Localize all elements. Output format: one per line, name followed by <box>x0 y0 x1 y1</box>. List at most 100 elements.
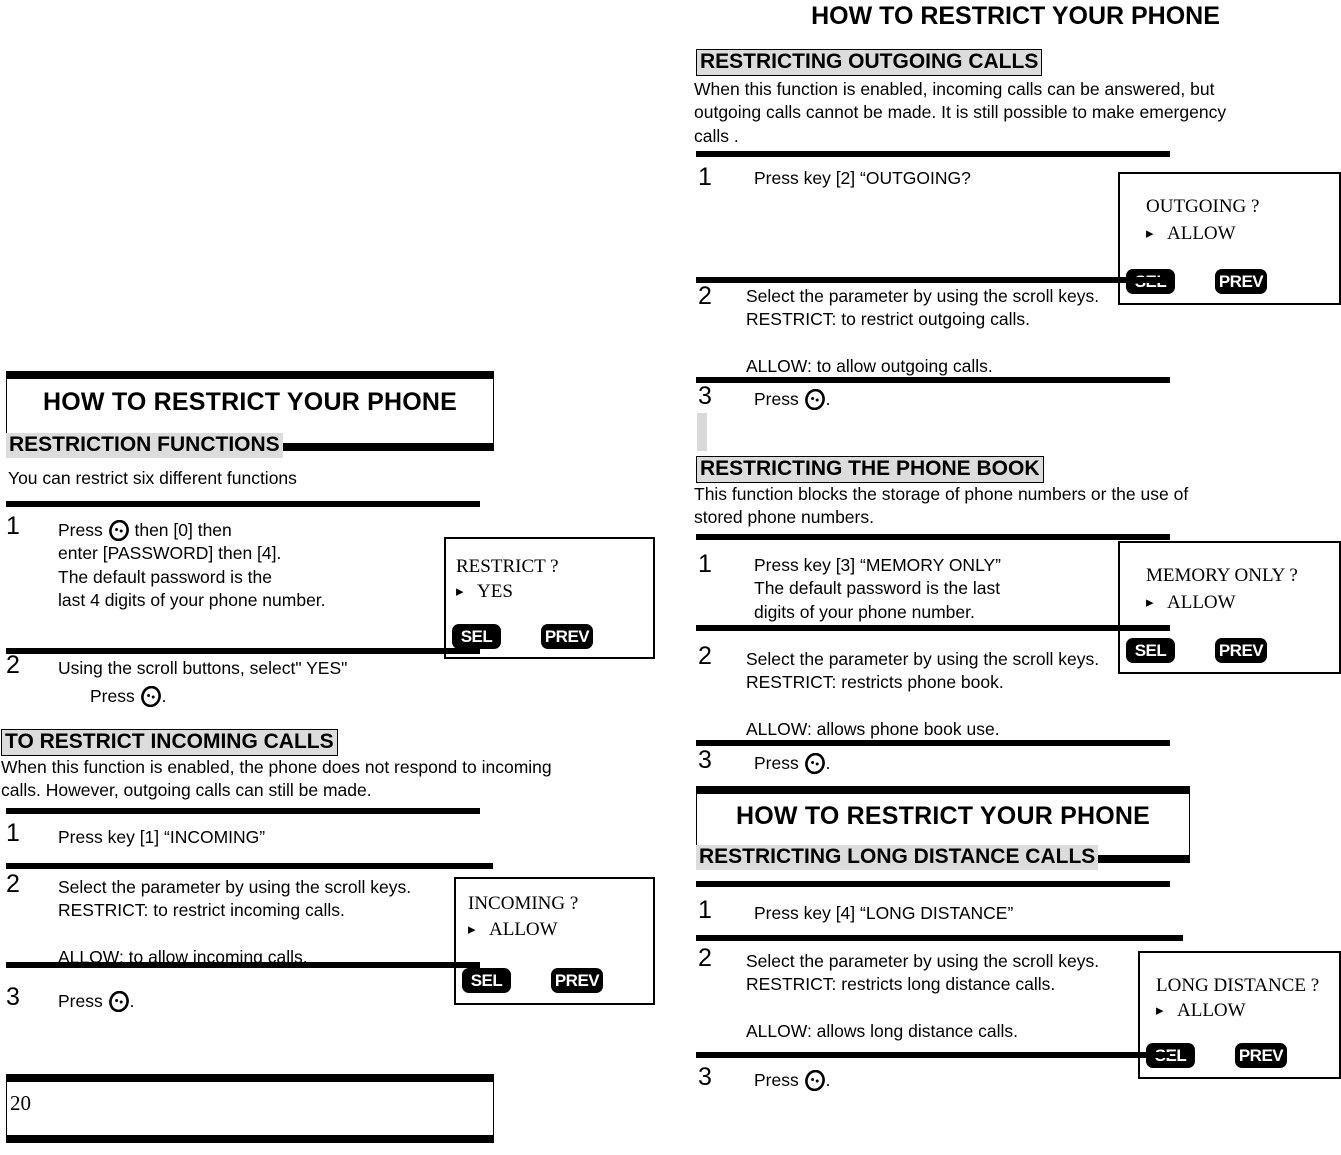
step-text: Press key [3] “MEMORY ONLY” The default … <box>754 554 1114 624</box>
softkey-prev[interactable]: PREV <box>1215 269 1267 294</box>
page-title-right: HOW TO RESTRICT YOUR PHONE <box>811 2 1220 30</box>
page-number: 20 <box>10 1091 31 1115</box>
step-text-label: Press <box>754 753 804 773</box>
lcd-line-1: OUTGOING ? <box>1146 196 1260 217</box>
step-text-label: Select the parameter by using the scroll… <box>746 649 1100 739</box>
step-text-label: Press key [2] “OUTGOING? <box>754 168 971 188</box>
title-band-label: HOW TO RESTRICT YOUR PHONE <box>42 388 458 416</box>
right-pointer-icon: ▸ <box>1146 595 1154 611</box>
phone-key-icon <box>140 686 162 708</box>
phone-key-icon <box>804 1069 826 1092</box>
step-number: 2 <box>698 944 712 972</box>
section-heading-incoming-label: TO RESTRICT INCOMING CALLS <box>1 729 338 756</box>
step-number: 3 <box>6 983 20 1011</box>
step-rule <box>696 151 1170 157</box>
lcd-line-2: ALLOW <box>1167 223 1236 244</box>
step-text-secondary: Press . <box>90 662 470 709</box>
step-number: 3 <box>698 1063 712 1091</box>
step-rule <box>696 277 1170 283</box>
lcd-screen-outgoing: OUTGOING ? ▸ ALLOW SEL PREV <box>1118 172 1341 305</box>
step-number: 3 <box>698 382 712 410</box>
softkey-prev[interactable]: PREV <box>551 968 603 993</box>
section-heading-restriction-functions: RESTRICTION FUNCTIONS <box>6 433 283 458</box>
step-text: Press key [2] “OUTGOING? <box>754 167 1134 190</box>
step-text: Press . <box>754 388 1134 411</box>
step-text: Press . <box>754 752 1134 775</box>
section-intro-restriction-functions: You can restrict six different functions <box>8 468 297 488</box>
right-pointer-icon: ▸ <box>456 584 464 600</box>
softkey-prev[interactable]: PREV <box>1215 638 1267 663</box>
step-rule <box>6 501 480 507</box>
step-number: 1 <box>698 550 712 578</box>
step-text-suffix: . <box>825 1070 831 1090</box>
lcd-line-2: YES <box>477 581 513 602</box>
lcd-screen-restrict: RESTRICT ? ▸ YES SEL PREV <box>444 537 655 659</box>
step-number: 1 <box>6 512 20 540</box>
step-number: 1 <box>698 896 712 924</box>
step-text: Press key [1] “INCOMING” <box>58 826 438 849</box>
section-heading-phonebook-label: RESTRICTING THE PHONE BOOK <box>696 456 1044 483</box>
section-heading-phonebook: RESTRICTING THE PHONE BOOK <box>696 456 1044 483</box>
lcd-line-2: ALLOW <box>1167 592 1236 613</box>
step-rule <box>6 808 480 814</box>
step-text-label: Press <box>58 520 108 540</box>
step-text-label: Press key [1] “INCOMING” <box>58 827 266 847</box>
step-text-label: Press key [4] “LONG DISTANCE” <box>754 903 1014 923</box>
step-number: 1 <box>698 163 712 191</box>
step-number: 2 <box>698 642 712 670</box>
step-text: Select the parameter by using the scroll… <box>746 285 1126 378</box>
step-rule <box>6 863 493 869</box>
phone-key-icon <box>804 752 826 775</box>
section-intro-incoming: When this function is enabled, the phone… <box>1 757 552 801</box>
step-text-label: Select the parameter by using the scroll… <box>746 951 1100 1041</box>
step-text-label: Press <box>754 389 804 409</box>
section-heading-long-distance-label: RESTRICTING LONG DISTANCE CALLS <box>696 845 1099 870</box>
step-text: Select the parameter by using the scroll… <box>746 950 1126 1043</box>
footer-page-box: 20 <box>6 1074 494 1143</box>
lcd-line-1: LONG DISTANCE ? <box>1156 975 1320 996</box>
lcd-screen-incoming: INCOMING ? ▸ ALLOW SEL PREV <box>454 877 655 1005</box>
lcd-line-2: ALLOW <box>1177 1000 1246 1021</box>
softkey-sel[interactable]: SEL <box>1126 638 1175 663</box>
softkey-sel[interactable]: SEL <box>452 624 501 649</box>
phone-key-icon <box>804 388 826 411</box>
right-pointer-icon: ▸ <box>468 922 476 938</box>
section-heading-long-distance: RESTRICTING LONG DISTANCE CALLS <box>696 845 1099 870</box>
step-rule <box>696 377 1170 383</box>
step-text-label: Select the parameter by using the scroll… <box>746 286 1100 376</box>
softkey-prev[interactable]: PREV <box>1235 1043 1287 1068</box>
title-band-label: HOW TO RESTRICT YOUR PHONE <box>735 802 1151 830</box>
step-text-label: Select the parameter by using the scroll… <box>58 877 412 967</box>
section-intro-phonebook: This function blocks the storage of phon… <box>694 484 1189 528</box>
step-text: Press . <box>754 1069 1134 1092</box>
step-text-label: Press <box>58 991 108 1011</box>
step-text-suffix: . <box>825 389 831 409</box>
step-rule <box>696 881 1170 887</box>
step-rule <box>696 1052 1170 1058</box>
step-number: 2 <box>6 870 20 898</box>
section-intro-outgoing: When this function is enabled, incoming … <box>694 79 1227 146</box>
step-text-label: Press key [3] “MEMORY ONLY” The default … <box>754 555 1001 622</box>
lcd-line-1: MEMORY ONLY ? <box>1146 565 1298 586</box>
lcd-line-1: INCOMING ? <box>468 893 579 914</box>
grey-marker-bar <box>697 413 707 451</box>
phone-key-icon <box>108 990 130 1013</box>
lcd-line-1: RESTRICT ? <box>456 556 559 577</box>
step-text: Select the parameter by using the scroll… <box>58 876 438 969</box>
section-heading-incoming: TO RESTRICT INCOMING CALLS <box>1 729 338 756</box>
step-rule <box>6 648 480 654</box>
step-text-suffix: . <box>825 753 831 773</box>
step-rule <box>696 534 1170 540</box>
softkey-sel[interactable]: SEL <box>462 968 511 993</box>
footer-box-frame <box>6 1081 494 1136</box>
section-heading-outgoing-label: RESTRICTING OUTGOING CALLS <box>696 49 1043 76</box>
lcd-screen-long-distance: LONG DISTANCE ? ▸ ALLOW SEL PREV <box>1138 951 1341 1079</box>
step-number: 3 <box>698 746 712 774</box>
step-text: Select the parameter by using the scroll… <box>746 648 1126 741</box>
phone-key-icon <box>108 519 130 542</box>
softkey-prev[interactable]: PREV <box>541 624 593 649</box>
manual-page: HOW TO RESTRICT YOUR PHONE RESTRICTING O… <box>0 0 1341 1155</box>
lcd-line-2: ALLOW <box>489 919 558 940</box>
right-pointer-icon: ▸ <box>1156 1003 1164 1019</box>
step-number: 2 <box>698 282 712 310</box>
